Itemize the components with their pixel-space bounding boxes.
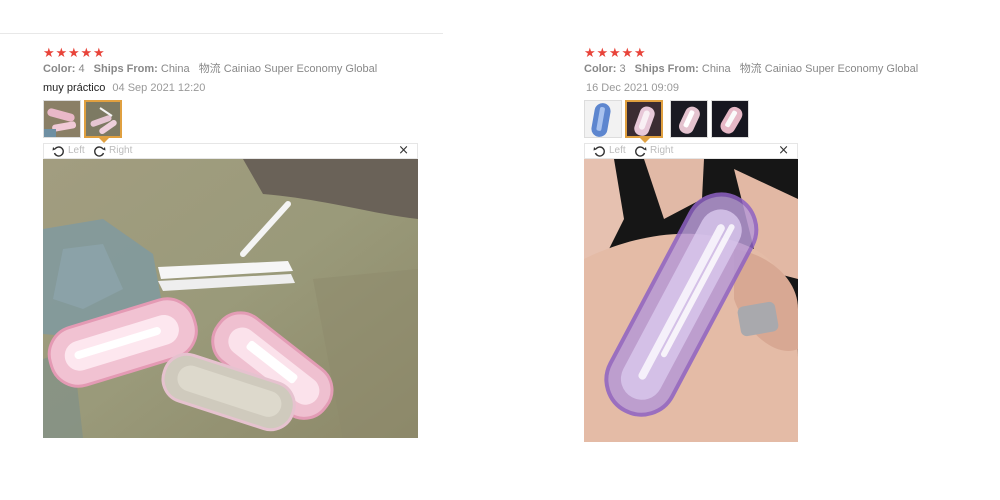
photo-thumbnail-active[interactable] (625, 100, 663, 138)
star-icon: ★ (43, 46, 55, 61)
review-comment-line: muy práctico 04 Sep 2021 12:20 (43, 81, 205, 95)
color-value: 3 (619, 63, 626, 75)
ships-from-label: Ships From: (93, 63, 158, 75)
review-comment-line: 16 Dec 2021 09:09 (584, 81, 679, 95)
review-photo[interactable] (43, 159, 418, 438)
review-meta: Color: 3 Ships From: China 物流 Cainiao Su… (584, 62, 918, 76)
photo-thumbnail[interactable] (584, 100, 622, 138)
thumbnail-image (44, 101, 80, 137)
photo-viewer-toolbar: Left Right × (43, 143, 418, 159)
rotate-right-label: Right (650, 145, 674, 156)
color-label: Color: (43, 63, 76, 75)
rotate-right-label: Right (109, 145, 133, 156)
star-icon: ★ (93, 46, 105, 61)
rotate-right-icon (94, 146, 106, 157)
thumbnail-image (712, 101, 748, 137)
close-viewer-button[interactable]: × (398, 144, 409, 158)
color-value: 4 (78, 63, 85, 75)
review-date: 16 Dec 2021 09:09 (586, 82, 679, 94)
review-date: 04 Sep 2021 12:20 (112, 82, 206, 94)
thumbnail-image (585, 101, 621, 137)
logistics-label: 物流 (739, 62, 762, 75)
rotate-left-label: Left (609, 145, 626, 156)
color-label: Color: (584, 63, 617, 75)
logistics-label: 物流 (198, 62, 221, 75)
close-viewer-button[interactable]: × (778, 144, 789, 158)
star-icon: ★ (584, 46, 596, 61)
review-comment: muy práctico (43, 82, 106, 94)
photo-viewer-toolbar: Left Right × (584, 143, 798, 159)
star-icon: ★ (55, 46, 68, 61)
thumbnail-image (627, 102, 661, 136)
product-photo-purple-case-in-hand (584, 159, 798, 442)
photo-thumbnail[interactable] (711, 100, 749, 138)
star-icon: ★ (609, 46, 621, 61)
ships-from-label: Ships From: (634, 63, 699, 75)
star-icon: ★ (621, 46, 634, 61)
review-meta: Color: 4 Ships From: China 物流 Cainiao Su… (43, 62, 377, 76)
top-divider (0, 33, 443, 34)
product-photo-tweezers-cases (43, 159, 418, 438)
star-icon: ★ (68, 46, 80, 61)
rotate-right-icon (635, 146, 647, 157)
star-icon: ★ (634, 46, 646, 61)
rotate-left-label: Left (68, 145, 85, 156)
photo-thumbnail[interactable] (43, 100, 81, 138)
review-photo[interactable] (584, 159, 798, 442)
logistics-value: Cainiao Super Economy Global (223, 63, 378, 75)
ships-from-value: China (701, 63, 731, 75)
ships-from-value: China (160, 63, 190, 75)
photo-thumbnail[interactable] (670, 100, 708, 138)
star-rating: ★★★★★ (43, 44, 106, 61)
star-icon: ★ (80, 46, 93, 61)
thumbnail-image (86, 102, 120, 136)
star-icon: ★ (596, 46, 609, 61)
star-rating: ★★★★★ (584, 44, 647, 61)
photo-thumbnail-active[interactable] (84, 100, 122, 138)
logistics-value: Cainiao Super Economy Global (764, 63, 919, 75)
thumbnail-image (671, 101, 707, 137)
rotate-left-icon (593, 146, 605, 157)
rotate-left-icon (52, 146, 64, 157)
